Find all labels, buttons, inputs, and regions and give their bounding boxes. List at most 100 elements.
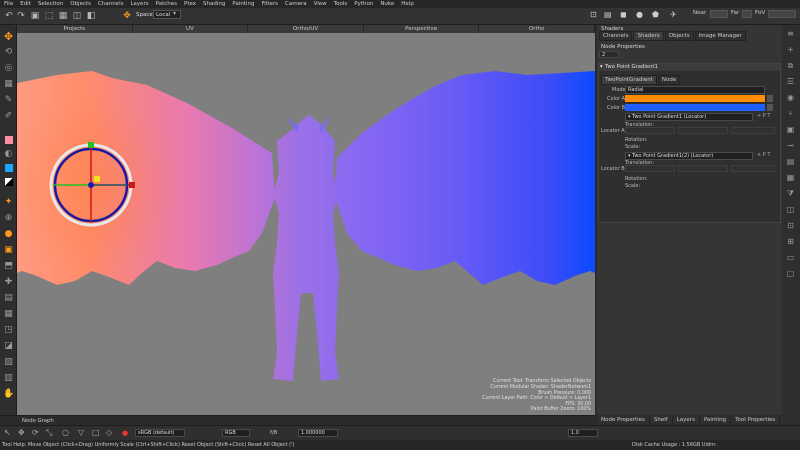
hand-icon[interactable]: ✋ — [3, 389, 14, 400]
branch-icon[interactable]: ⑂ — [786, 109, 795, 118]
tab-perspective[interactable]: Perspective — [364, 25, 480, 33]
color-b-swatch[interactable] — [625, 104, 765, 111]
far-field[interactable] — [742, 10, 752, 18]
locator-a-buttons-icon[interactable]: + P T — [757, 113, 770, 119]
tab-objects[interactable]: Objects — [664, 31, 694, 41]
grid-panel-icon[interactable]: ▦ — [786, 173, 795, 182]
loc-a-translate-y[interactable] — [678, 127, 728, 134]
color-b-picker-icon[interactable] — [767, 104, 773, 111]
menu-item[interactable]: Shading — [203, 1, 225, 7]
frame-icon[interactable]: ▤ — [604, 10, 612, 19]
tab-uv[interactable]: UV — [133, 25, 249, 33]
cursor-icon[interactable]: ↖ — [4, 428, 11, 437]
locator-b-buttons-icon[interactable]: + P T — [757, 152, 770, 158]
sphere-icon[interactable]: ● — [636, 10, 643, 19]
circle-icon[interactable]: ○ — [62, 428, 69, 437]
near-field[interactable] — [710, 10, 728, 18]
menu-item[interactable]: Selection — [38, 1, 63, 7]
menu-item[interactable]: Patches — [156, 1, 177, 7]
locator-b-select[interactable]: ▾ Two Point Gradient1(2) (Locator) — [625, 152, 753, 160]
menu-item[interactable]: Objects — [70, 1, 91, 7]
loc-b-translate-x[interactable] — [625, 165, 675, 172]
stack-icon[interactable]: ▤ — [786, 157, 795, 166]
loc-a-translate-x[interactable] — [625, 127, 675, 134]
tab-layers[interactable]: Layers — [673, 415, 700, 425]
color-a-picker-icon[interactable] — [767, 95, 773, 102]
square-icon[interactable]: □ — [92, 428, 100, 437]
stencil-icon[interactable]: ▧ — [3, 357, 14, 368]
menu-item[interactable]: Ptex — [184, 1, 196, 7]
rotate-icon[interactable]: ⟲ — [3, 47, 14, 58]
dragon-model[interactable] — [17, 33, 595, 415]
chevron-down-icon[interactable]: ▾ — [173, 10, 176, 17]
locator-a-select[interactable]: ▾ Two Point Gradient1 (Locator) — [625, 113, 753, 121]
light-icon[interactable]: ◼ — [620, 10, 627, 19]
link-icon[interactable]: ⊸ — [786, 141, 795, 150]
grid-icon[interactable]: ▦ — [58, 11, 68, 21]
loc-b-translate-y[interactable] — [678, 165, 728, 172]
node-number-field[interactable]: 2 — [599, 51, 619, 58]
menu-item[interactable]: View — [314, 1, 327, 7]
plus-icon[interactable]: + — [786, 45, 795, 54]
wireframe-icon[interactable]: ⬟ — [652, 10, 659, 19]
paint-icon[interactable]: ✐ — [3, 111, 14, 122]
brush-icon[interactable]: ✎ — [3, 95, 14, 106]
loc-b-translate-z[interactable] — [731, 165, 775, 172]
menu-item[interactable]: Tools — [334, 1, 348, 7]
tab-tool-properties[interactable]: Tool Properties — [731, 415, 781, 425]
eye-icon[interactable]: ◉ — [786, 93, 795, 102]
gamma-field[interactable]: 1.0 — [568, 429, 598, 437]
viewport-3d[interactable]: Current Tool: Transform Selected Objects… — [17, 33, 595, 415]
node-graph-label[interactable]: Node Graph — [22, 418, 54, 424]
undo-icon[interactable]: ↶ — [4, 11, 14, 21]
exposure-field[interactable]: 1.000000 — [298, 429, 338, 437]
tab-projects[interactable]: Projects — [17, 25, 133, 33]
node-icon[interactable]: ▣ — [786, 125, 795, 134]
merge-icon[interactable]: ⊞ — [786, 237, 795, 246]
picker-icon[interactable]: ✚ — [3, 277, 14, 288]
section-header[interactable]: ▾ Two Point Gradient1 — [599, 64, 780, 71]
transform-icon[interactable]: ⬚ — [44, 11, 54, 21]
window-icon[interactable]: ▢ — [786, 269, 795, 278]
ruler-icon[interactable]: ▥ — [3, 373, 14, 384]
pink-swatch-icon[interactable] — [3, 135, 14, 146]
mode-select[interactable]: Radial — [625, 86, 765, 94]
grid-tool-icon[interactable]: ▦ — [3, 79, 14, 90]
diamond-icon[interactable]: ◇ — [106, 428, 112, 437]
fill-icon[interactable]: ◐ — [3, 149, 14, 160]
orbit-icon[interactable]: ◎ — [3, 63, 14, 74]
loc-a-translate-z[interactable] — [731, 127, 775, 134]
menu-item[interactable]: File — [4, 1, 13, 7]
bw-swatch-icon[interactable] — [3, 177, 14, 188]
object-icon[interactable]: ◫ — [72, 11, 82, 21]
color-a-swatch[interactable] — [625, 95, 765, 102]
menu-item[interactable]: Layers — [130, 1, 148, 7]
eraser-icon[interactable]: ⬒ — [3, 261, 14, 272]
clone-icon[interactable]: ⊕ — [3, 213, 14, 224]
dock-icon[interactable]: ▭ — [786, 253, 795, 262]
menu-item[interactable]: Edit — [20, 1, 31, 7]
triangle-icon[interactable]: ▽ — [78, 428, 84, 437]
tab-two-point-gradient[interactable]: TwoPointGradient — [601, 75, 657, 85]
flashlight-icon[interactable]: ✈ — [670, 10, 677, 19]
menu-item[interactable]: Filters — [262, 1, 279, 7]
panel-menu-icon[interactable]: ≡ — [786, 29, 795, 38]
tab-node[interactable]: Node — [657, 75, 681, 85]
uv-icon[interactable]: ◳ — [3, 325, 14, 336]
rotate-status-icon[interactable]: ⟳ — [32, 428, 39, 437]
select-icon[interactable]: ▣ — [30, 11, 40, 21]
filter-icon[interactable]: ⧩ — [786, 189, 795, 198]
copy-icon[interactable]: ⧉ — [786, 61, 795, 70]
view-icon[interactable]: ◧ — [86, 11, 96, 21]
tab-ortho[interactable]: Ortho — [479, 25, 595, 33]
menu-item[interactable]: Help — [401, 1, 414, 7]
section-toggle-icon[interactable]: ▾ — [600, 64, 603, 71]
colorspace-select[interactable]: sRGB (default) — [135, 429, 185, 437]
mask-icon[interactable]: ◪ — [3, 341, 14, 352]
rgb-icon[interactable]: ● — [122, 429, 128, 437]
list-icon[interactable]: ☰ — [786, 77, 795, 86]
move-tool-icon[interactable]: ✥ — [122, 11, 132, 21]
tab-painting[interactable]: Painting — [700, 415, 732, 425]
redo-icon[interactable]: ↷ — [16, 11, 26, 21]
smudge-icon[interactable]: ✦ — [3, 197, 14, 208]
